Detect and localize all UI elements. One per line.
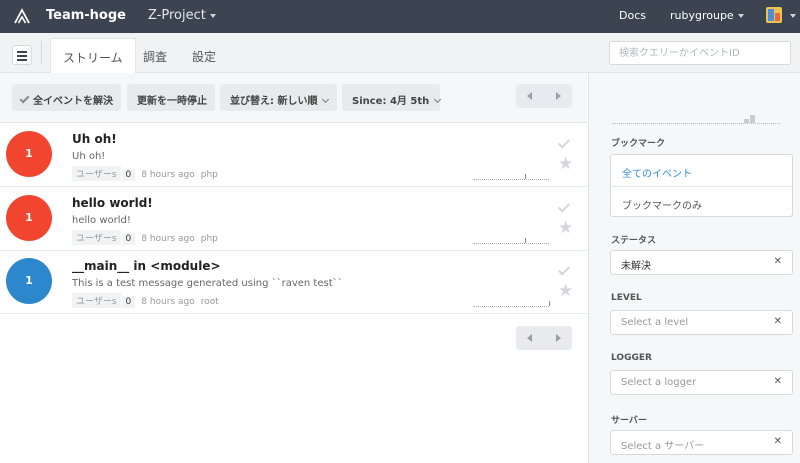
list-item[interactable]: 1 __main__ in <module> This is a test me… [0,251,587,314]
bookmarks-label: ブックマーク [611,139,666,149]
level-placeholder: Select a level [621,317,689,328]
clear-icon[interactable]: ✕ [774,256,782,267]
logger-placeholder: Select a logger [621,377,697,388]
docs-link[interactable]: Docs [619,9,646,22]
resolve-check-icon[interactable] [557,200,571,213]
resolve-all-button[interactable]: 全イベントを解決 [12,84,121,111]
event-time: 8 hours ago [141,297,195,307]
users-count: 0 [121,233,136,245]
tab-explore[interactable]: 調査 [131,38,179,73]
event-sparkline [473,301,550,307]
top-navbar: Team-hoge Z-Project Docs rubygroupe [0,0,800,33]
event-meta: ユーザーs 0 8 hours ago root [72,293,219,308]
users-label: ユーザーs [72,166,121,181]
chevron-down-icon [322,95,330,104]
hamburger-icon [17,51,27,53]
chevron-down-icon [209,13,216,18]
next-page-button[interactable] [544,326,572,350]
logger-select[interactable]: Select a logger ✕ [610,370,793,395]
arrow-right-icon [556,334,561,342]
users-count: 0 [121,169,136,181]
arrow-right-icon [556,92,561,100]
list-item[interactable]: 1 hello world! hello world! ユーザーs 0 8 hour… [0,188,587,251]
clear-icon[interactable]: ✕ [774,316,782,327]
bookmark-star-icon[interactable]: ★ [558,283,573,300]
event-meta: ユーザーs 0 8 hours ago php [72,230,218,245]
users-label: ユーザーs [72,293,121,308]
tab-stream[interactable]: ストリーム [50,38,136,73]
divider [41,41,42,65]
check-icon [19,93,30,104]
pagination-bottom [516,326,572,350]
list-item[interactable]: 1 Uh oh! Uh oh! ユーザーs 0 8 hours ago php ★ [0,124,587,187]
event-message: This is a test message generated using `… [72,278,343,289]
chevron-down-icon [434,95,442,104]
menu-toggle-button[interactable] [12,45,32,65]
filter-bookmarks-only[interactable]: ブックマークのみ [611,186,792,217]
level-select[interactable]: Select a level ✕ [610,310,793,335]
project-selector[interactable]: Z-Project [148,8,216,23]
avatar[interactable] [766,7,782,23]
pagination [516,84,572,108]
filter-all-events[interactable]: 全てのイベント [611,155,792,186]
project-name: Z-Project [148,8,206,23]
event-message: Uh oh! [72,151,106,162]
event-platform: root [200,297,219,307]
bookmark-star-icon[interactable]: ★ [558,156,573,173]
bookmark-star-icon[interactable]: ★ [558,220,573,237]
users-label: ユーザーs [72,230,121,245]
stream-toolbar: 全イベントを解決 更新を一時停止 並び替え: 新しい順 Since: 4月 5t… [0,73,587,123]
event-title[interactable]: hello world! [72,196,153,210]
status-value: 未解決 [621,261,651,272]
chevron-down-icon [737,14,744,18]
server-select[interactable]: Select a サーバー ✕ [610,430,793,455]
event-count-badge: 1 [6,258,52,304]
event-platform: php [200,170,218,180]
event-count-badge: 1 [6,131,52,177]
sub-navigation: ストリーム 調査 設定 [0,33,800,73]
search-input[interactable] [609,41,791,65]
event-time: 8 hours ago [141,170,195,180]
user-name: rubygroupe [670,9,734,22]
event-sparkline [473,174,549,180]
clear-icon[interactable]: ✕ [774,436,782,447]
event-platform: php [200,234,218,244]
resolve-check-icon[interactable] [557,136,571,149]
arrow-left-icon [527,92,532,100]
event-title[interactable]: Uh oh! [72,132,117,146]
event-volume-chart [612,115,780,124]
since-dropdown[interactable]: Since: 4月 5th [342,84,442,111]
status-select[interactable]: 未解決 ✕ [610,250,793,275]
user-menu[interactable]: rubygroupe [670,9,744,22]
arrow-left-icon [527,334,532,342]
previous-page-button[interactable] [516,326,544,350]
server-placeholder: Select a サーバー [621,441,705,452]
event-meta: ユーザーs 0 8 hours ago php [72,166,218,181]
sentry-logo-icon[interactable] [13,7,31,25]
resolve-check-icon[interactable] [557,263,571,276]
pause-updates-button[interactable]: 更新を一時停止 [127,84,215,111]
logger-label: LOGGER [611,353,652,363]
users-count: 0 [121,296,136,308]
level-label: LEVEL [611,293,642,303]
tab-settings[interactable]: 設定 [180,38,228,73]
bookmark-filter: 全てのイベント ブックマークのみ [610,154,793,217]
next-page-button[interactable] [544,84,572,108]
event-sparkline [473,238,549,244]
team-name[interactable]: Team-hoge [46,8,126,23]
event-time: 8 hours ago [141,234,195,244]
sort-dropdown[interactable]: 並び替え: 新しい順 [220,84,337,111]
event-message: hello world! [72,215,131,226]
event-count-badge: 1 [6,195,52,241]
server-label: サーバー [611,416,647,426]
clear-icon[interactable]: ✕ [774,376,782,387]
status-label: ステータス [611,236,657,246]
filter-sidebar: ブックマーク 全てのイベント ブックマークのみ ステータス 未解決 ✕ LEVE… [588,73,800,463]
chevron-down-icon[interactable] [790,14,796,18]
event-title[interactable]: __main__ in <module> [72,259,221,273]
previous-page-button[interactable] [516,84,544,108]
